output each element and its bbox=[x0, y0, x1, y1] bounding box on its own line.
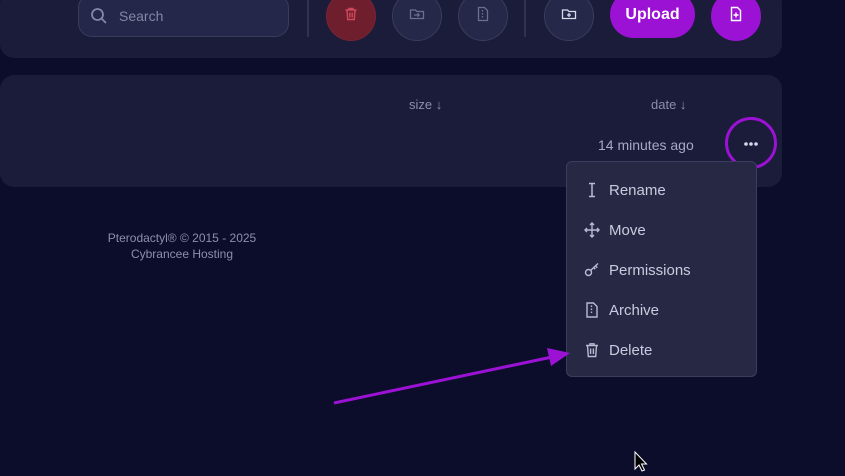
search-input[interactable] bbox=[117, 6, 271, 25]
menu-item-archive[interactable]: Archive bbox=[567, 290, 756, 330]
menu-item-label: Rename bbox=[609, 181, 666, 199]
annotation-arrow bbox=[333, 348, 570, 405]
text-cursor-icon bbox=[583, 181, 601, 199]
copyright-text: Pterodactyl® © 2015 - 2025 bbox=[107, 231, 257, 245]
trash-icon bbox=[583, 341, 601, 359]
size-column-header[interactable]: size ↓ bbox=[409, 97, 442, 112]
key-icon bbox=[583, 261, 601, 279]
search-box[interactable] bbox=[78, 0, 289, 37]
menu-item-label: Delete bbox=[609, 341, 653, 359]
menu-item-delete[interactable]: Delete bbox=[567, 330, 756, 370]
new-folder-icon bbox=[561, 6, 577, 27]
date-column-header[interactable]: date ↓ bbox=[651, 97, 686, 112]
page-footer: Pterodactyl® © 2015 - 2025 Cybrancee Hos… bbox=[92, 230, 272, 262]
host-text: Cybrancee Hosting bbox=[130, 247, 234, 261]
menu-item-move[interactable]: Move bbox=[567, 210, 756, 250]
menu-item-permissions[interactable]: Permissions bbox=[567, 250, 756, 290]
menu-item-rename[interactable]: Rename bbox=[567, 170, 756, 210]
move-folder-icon bbox=[409, 6, 425, 27]
new-file-icon bbox=[728, 6, 744, 27]
search-icon bbox=[89, 6, 109, 26]
move-arrows-icon bbox=[583, 221, 601, 239]
file-context-menu: Rename Move Permissions Archive Delete bbox=[566, 161, 757, 377]
menu-item-label: Move bbox=[609, 221, 646, 239]
trash-icon bbox=[343, 6, 359, 27]
upload-button[interactable]: Upload bbox=[610, 0, 695, 38]
file-row-date: 14 minutes ago bbox=[598, 137, 694, 153]
file-manager-page: Upload size ↓ date ↓ 14 minutes ago Pter… bbox=[0, 0, 845, 476]
toolbar-divider bbox=[307, 0, 309, 37]
archive-file-icon bbox=[475, 6, 491, 27]
toolbar-divider bbox=[524, 0, 526, 37]
menu-item-label: Permissions bbox=[609, 261, 691, 279]
mouse-cursor-icon bbox=[634, 450, 648, 472]
menu-item-label: Archive bbox=[609, 301, 660, 319]
more-dots-icon bbox=[743, 134, 759, 152]
archive-file-icon bbox=[583, 301, 601, 319]
